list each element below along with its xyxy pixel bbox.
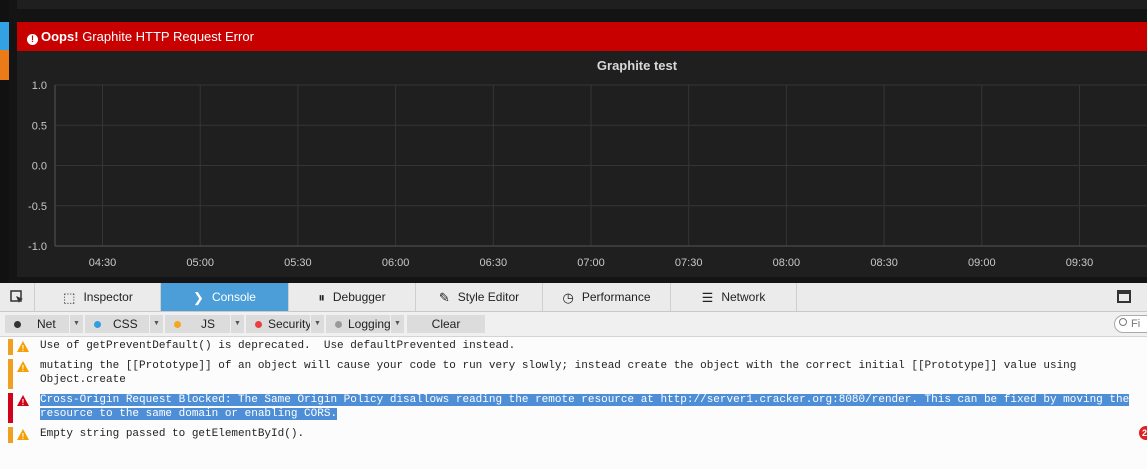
search-icon <box>1119 318 1127 326</box>
message-severity-stripe <box>8 359 13 389</box>
console-message-text[interactable]: Cross-Origin Request Blocked: The Same O… <box>40 394 1130 420</box>
y-tick-label: 0.0 <box>32 161 47 173</box>
tab-label: Debugger <box>332 290 386 304</box>
dropdown-arrow-icon[interactable]: ▼ <box>69 315 83 333</box>
x-tick-label: 09:00 <box>968 257 996 269</box>
message-severity-stripe <box>8 427 13 443</box>
svg-text:!: ! <box>22 344 25 352</box>
dropdown-arrow-icon[interactable]: ▼ <box>230 315 244 333</box>
top-panel-edge <box>17 0 1147 9</box>
row-collapse-handle-blue[interactable] <box>0 22 9 50</box>
clear-console-button[interactable]: Clear <box>407 315 485 333</box>
graph-panel[interactable]: Graphite test 04:30 05:00 05:30 06:00 06:30 0… <box>17 51 1147 277</box>
filter-label: CSS <box>113 317 138 331</box>
filter-color-dot-icon <box>14 320 21 328</box>
dropdown-arrow-icon[interactable]: ▼ <box>310 315 324 333</box>
graph-canvas: 04:30 05:00 05:30 06:00 06:30 07:00 07:30 08:00… <box>28 80 1147 269</box>
x-tick-label: 08:30 <box>870 257 898 269</box>
dashboard-side-strip <box>0 0 9 283</box>
svg-text:!: ! <box>22 398 25 406</box>
filter-output-input[interactable]: Fi <box>1114 315 1147 333</box>
warning-icon: ! <box>17 361 29 372</box>
filter-label: Net <box>37 317 56 331</box>
message-severity-stripe <box>8 393 13 423</box>
x-tick-label: 05:00 <box>186 257 214 269</box>
filter-logging-button[interactable]: Logging ▼ <box>326 315 404 333</box>
tab-label: Performance <box>581 290 651 304</box>
console-filter-bar: Net ▼ CSS ▼ JS ▼ Security ▼ Logging ▼ Clear Fi <box>0 312 1147 337</box>
pick-element-button[interactable] <box>0 283 35 311</box>
x-tick-label: 06:00 <box>382 257 410 269</box>
y-tick-label: -0.5 <box>28 201 47 213</box>
error-banner-strong: Oops! <box>41 29 79 44</box>
filter-color-dot-icon <box>335 320 342 328</box>
filter-label: JS <box>201 317 216 331</box>
error-icon: ! <box>27 34 38 45</box>
tab-style-editor[interactable]: ✎ Style Editor <box>416 283 543 311</box>
tab-label: Console <box>211 290 256 304</box>
tab-network[interactable]: ☰ Network <box>671 283 797 311</box>
debugger-icon: ⏸ <box>318 289 325 305</box>
x-tick-label: 04:30 <box>89 257 117 269</box>
error-icon: ! <box>17 395 29 406</box>
inspector-icon: ⬚ <box>63 289 76 305</box>
filter-net-button[interactable]: Net ▼ <box>5 315 83 333</box>
console-message-warning[interactable]: ! Empty string passed to getElementById()… <box>0 427 1147 443</box>
console-message-warning[interactable]: ! mutating the [[Prototype]] of an object… <box>0 359 1147 389</box>
split-console-icon[interactable] <box>1117 290 1131 303</box>
filter-color-dot-icon <box>255 320 262 328</box>
dropdown-arrow-icon[interactable]: ▼ <box>390 315 404 333</box>
graphite-error-banner: ! Oops! Graphite HTTP Request Error <box>17 22 1147 51</box>
x-tick-label: 05:30 <box>284 257 312 269</box>
message-severity-stripe <box>8 339 13 355</box>
dropdown-arrow-icon[interactable]: ▼ <box>149 315 163 333</box>
filter-label: Security <box>268 317 312 331</box>
filter-color-dot-icon <box>94 320 101 328</box>
filter-js-button[interactable]: JS ▼ <box>165 315 244 333</box>
filter-label: Logging <box>348 317 391 331</box>
x-tick-label: 07:30 <box>675 257 703 269</box>
x-tick-label: 09:30 <box>1066 257 1094 269</box>
warning-icon: ! <box>17 341 29 352</box>
console-icon: ❯ <box>193 289 204 305</box>
svg-text:!: ! <box>22 432 25 440</box>
filter-input-placeholder: Fi <box>1131 318 1141 330</box>
svg-text:!: ! <box>22 364 25 372</box>
error-count-badge[interactable]: 2 <box>1139 426 1147 440</box>
tab-label: Network <box>721 290 766 304</box>
x-tick-label: 08:00 <box>773 257 801 269</box>
console-message-text[interactable]: Use of getPreventDefault() is deprecated… <box>40 340 515 352</box>
error-banner-message: Graphite HTTP Request Error <box>82 29 254 44</box>
filter-security-button[interactable]: Security ▼ <box>246 315 324 333</box>
network-icon: ☰ <box>701 289 714 305</box>
row-collapse-handle-orange[interactable] <box>0 50 9 80</box>
console-message-text[interactable]: Empty string passed to getElementById(). <box>40 428 304 440</box>
tab-performance[interactable]: ◷ Performance <box>543 283 671 311</box>
filter-color-dot-icon <box>174 320 181 328</box>
tab-label: Style Editor <box>457 290 520 304</box>
warning-icon: ! <box>17 429 29 440</box>
devtools-tabbar: ⬚ Inspector ❯ Console ⏸ Debugger ✎ Style Editor… <box>0 283 1147 312</box>
tab-debugger[interactable]: ⏸ Debugger <box>289 283 416 311</box>
console-message-error[interactable]: ! Cross-Origin Request Blocked: The Same … <box>0 393 1147 423</box>
y-tick-label: -1.0 <box>28 241 47 253</box>
style-editor-icon: ✎ <box>438 289 450 305</box>
tab-console[interactable]: ❯ Console <box>161 283 289 311</box>
tab-inspector[interactable]: ⬚ Inspector <box>36 283 161 311</box>
console-output[interactable]: ! Use of getPreventDefault() is deprecate… <box>0 337 1147 469</box>
filter-css-button[interactable]: CSS ▼ <box>85 315 163 333</box>
console-message-warning[interactable]: ! Use of getPreventDefault() is deprecate… <box>0 339 1147 355</box>
y-tick-label: 0.5 <box>32 120 47 132</box>
tab-label: Inspector <box>83 290 133 304</box>
grafana-dashboard: ! Oops! Graphite HTTP Request Error Graph… <box>0 0 1147 283</box>
x-tick-label: 06:30 <box>480 257 508 269</box>
console-message-text[interactable]: mutating the [[Prototype]] of an object … <box>40 360 1076 386</box>
devtools-panel: ⬚ Inspector ❯ Console ⏸ Debugger ✎ Style Editor… <box>0 283 1147 469</box>
y-tick-label: 1.0 <box>32 80 47 92</box>
x-tick-label: 07:00 <box>577 257 605 269</box>
pick-element-icon <box>10 290 23 303</box>
performance-icon: ◷ <box>562 289 574 305</box>
